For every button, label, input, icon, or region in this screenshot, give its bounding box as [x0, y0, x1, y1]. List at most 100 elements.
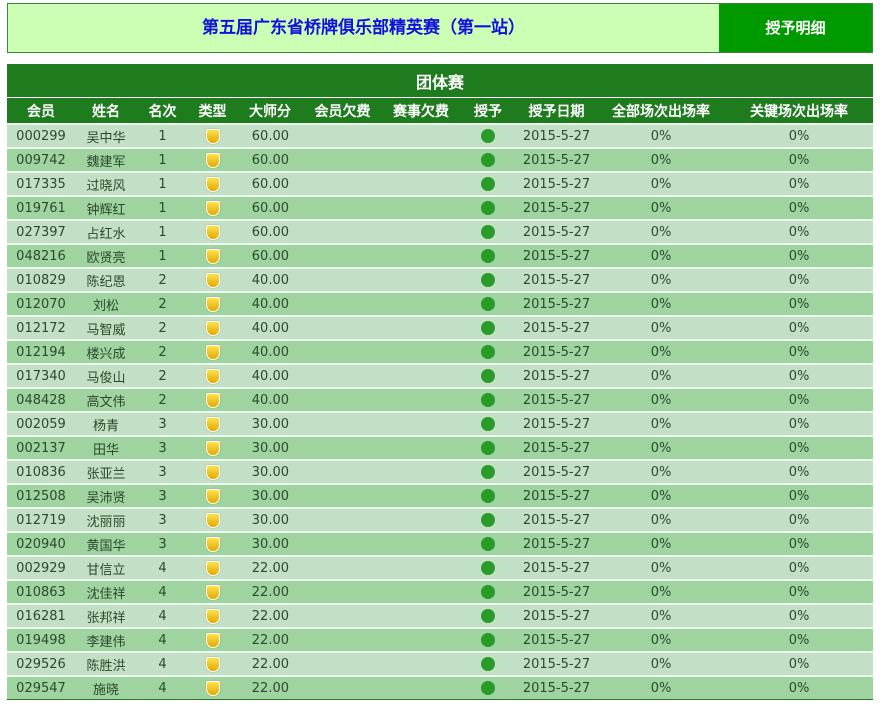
overall-attendance: 0% — [597, 243, 725, 268]
grant-details-button[interactable]: 授予明细 — [719, 4, 872, 52]
grant-date: 2015-5-27 — [516, 483, 597, 508]
table-row: 002929 甘信立 4 22.00 2015-5-27 0% 0% — [7, 555, 873, 580]
member-fee-owed — [303, 459, 382, 484]
gold-shield-icon — [205, 320, 220, 336]
table-row: 009742 魏建军 1 60.00 2015-5-27 0% 0% — [7, 147, 873, 172]
column-header: 会员 — [7, 97, 75, 124]
member-name: 高文伟 — [75, 387, 137, 412]
grant-date: 2015-5-27 — [516, 291, 597, 316]
grant-cell — [460, 171, 516, 196]
type-cell — [188, 267, 237, 292]
event-fee-owed — [382, 315, 460, 340]
table-row: 000299 吴中华 1 60.00 2015-5-27 0% 0% — [7, 123, 873, 148]
rank: 3 — [137, 435, 188, 460]
grant-cell — [460, 651, 516, 676]
event-fee-owed — [382, 291, 460, 316]
member-id: 012070 — [7, 291, 75, 316]
grant-date: 2015-5-27 — [516, 651, 597, 676]
granted-status-icon — [481, 225, 495, 239]
grant-date: 2015-5-27 — [516, 579, 597, 604]
key-attendance: 0% — [725, 267, 873, 292]
member-id: 048216 — [7, 243, 75, 268]
gold-shield-icon — [205, 272, 220, 288]
member-name: 陈胜洪 — [75, 651, 137, 676]
member-id: 002059 — [7, 411, 75, 436]
master-points: 40.00 — [237, 315, 303, 340]
master-points: 22.00 — [237, 603, 303, 628]
column-header: 全部场次出场率 — [597, 97, 725, 124]
event-title: 第五届广东省桥牌俱乐部精英赛（第一站） — [202, 18, 525, 38]
master-points: 22.00 — [237, 627, 303, 652]
grant-date: 2015-5-27 — [516, 627, 597, 652]
type-cell — [188, 411, 237, 436]
table-row: 012070 刘松 2 40.00 2015-5-27 0% 0% — [7, 291, 873, 316]
column-header: 名次 — [137, 97, 188, 124]
grant-cell — [460, 555, 516, 580]
granted-status-icon — [481, 321, 495, 335]
member-id: 010829 — [7, 267, 75, 292]
column-header: 大师分 — [237, 97, 303, 124]
rank: 2 — [137, 339, 188, 364]
master-points: 60.00 — [237, 243, 303, 268]
table-row: 019761 钟辉红 1 60.00 2015-5-27 0% 0% — [7, 195, 873, 220]
grant-cell — [460, 483, 516, 508]
overall-attendance: 0% — [597, 147, 725, 172]
table-row: 002059 杨青 3 30.00 2015-5-27 0% 0% — [7, 411, 873, 436]
event-fee-owed — [382, 651, 460, 676]
rank: 4 — [137, 555, 188, 580]
gold-shield-icon — [205, 560, 220, 576]
event-fee-owed — [382, 267, 460, 292]
master-points: 60.00 — [237, 171, 303, 196]
key-attendance: 0% — [725, 387, 873, 412]
master-points: 40.00 — [237, 267, 303, 292]
member-name: 钟辉红 — [75, 195, 137, 220]
type-cell — [188, 459, 237, 484]
master-points: 40.00 — [237, 339, 303, 364]
type-cell — [188, 483, 237, 508]
overall-attendance: 0% — [597, 627, 725, 652]
key-attendance: 0% — [725, 123, 873, 148]
rank: 1 — [137, 243, 188, 268]
granted-status-icon — [481, 657, 495, 671]
event-fee-owed — [382, 507, 460, 532]
rank: 2 — [137, 291, 188, 316]
member-fee-owed — [303, 291, 382, 316]
table-row: 029526 陈胜洪 4 22.00 2015-5-27 0% 0% — [7, 651, 873, 676]
type-cell — [188, 387, 237, 412]
rank: 4 — [137, 627, 188, 652]
grant-date: 2015-5-27 — [516, 387, 597, 412]
rank: 1 — [137, 195, 188, 220]
granted-status-icon — [481, 201, 495, 215]
master-points: 30.00 — [237, 411, 303, 436]
grant-cell — [460, 579, 516, 604]
member-name: 过晓风 — [75, 171, 137, 196]
member-fee-owed — [303, 435, 382, 460]
gold-shield-icon — [205, 512, 220, 528]
grant-date: 2015-5-27 — [516, 243, 597, 268]
member-fee-owed — [303, 507, 382, 532]
member-name: 马智威 — [75, 315, 137, 340]
grant-date: 2015-5-27 — [516, 507, 597, 532]
type-cell — [188, 219, 237, 244]
overall-attendance: 0% — [597, 651, 725, 676]
gold-shield-icon — [205, 680, 220, 696]
grant-date: 2015-5-27 — [516, 219, 597, 244]
member-fee-owed — [303, 147, 382, 172]
type-cell — [188, 195, 237, 220]
key-attendance: 0% — [725, 651, 873, 676]
member-name: 吴沛贤 — [75, 483, 137, 508]
key-attendance: 0% — [725, 291, 873, 316]
event-fee-owed — [382, 459, 460, 484]
table-row: 012719 沈丽丽 3 30.00 2015-5-27 0% 0% — [7, 507, 873, 532]
event-fee-owed — [382, 363, 460, 388]
granted-status-icon — [481, 489, 495, 503]
overall-attendance: 0% — [597, 123, 725, 148]
rank: 4 — [137, 675, 188, 699]
granted-status-icon — [481, 177, 495, 191]
type-cell — [188, 123, 237, 148]
grant-date: 2015-5-27 — [516, 123, 597, 148]
table-row: 016281 张邦祥 4 22.00 2015-5-27 0% 0% — [7, 603, 873, 628]
table-row: 020940 黄国华 3 30.00 2015-5-27 0% 0% — [7, 531, 873, 556]
member-name: 张亚兰 — [75, 459, 137, 484]
member-id: 012719 — [7, 507, 75, 532]
